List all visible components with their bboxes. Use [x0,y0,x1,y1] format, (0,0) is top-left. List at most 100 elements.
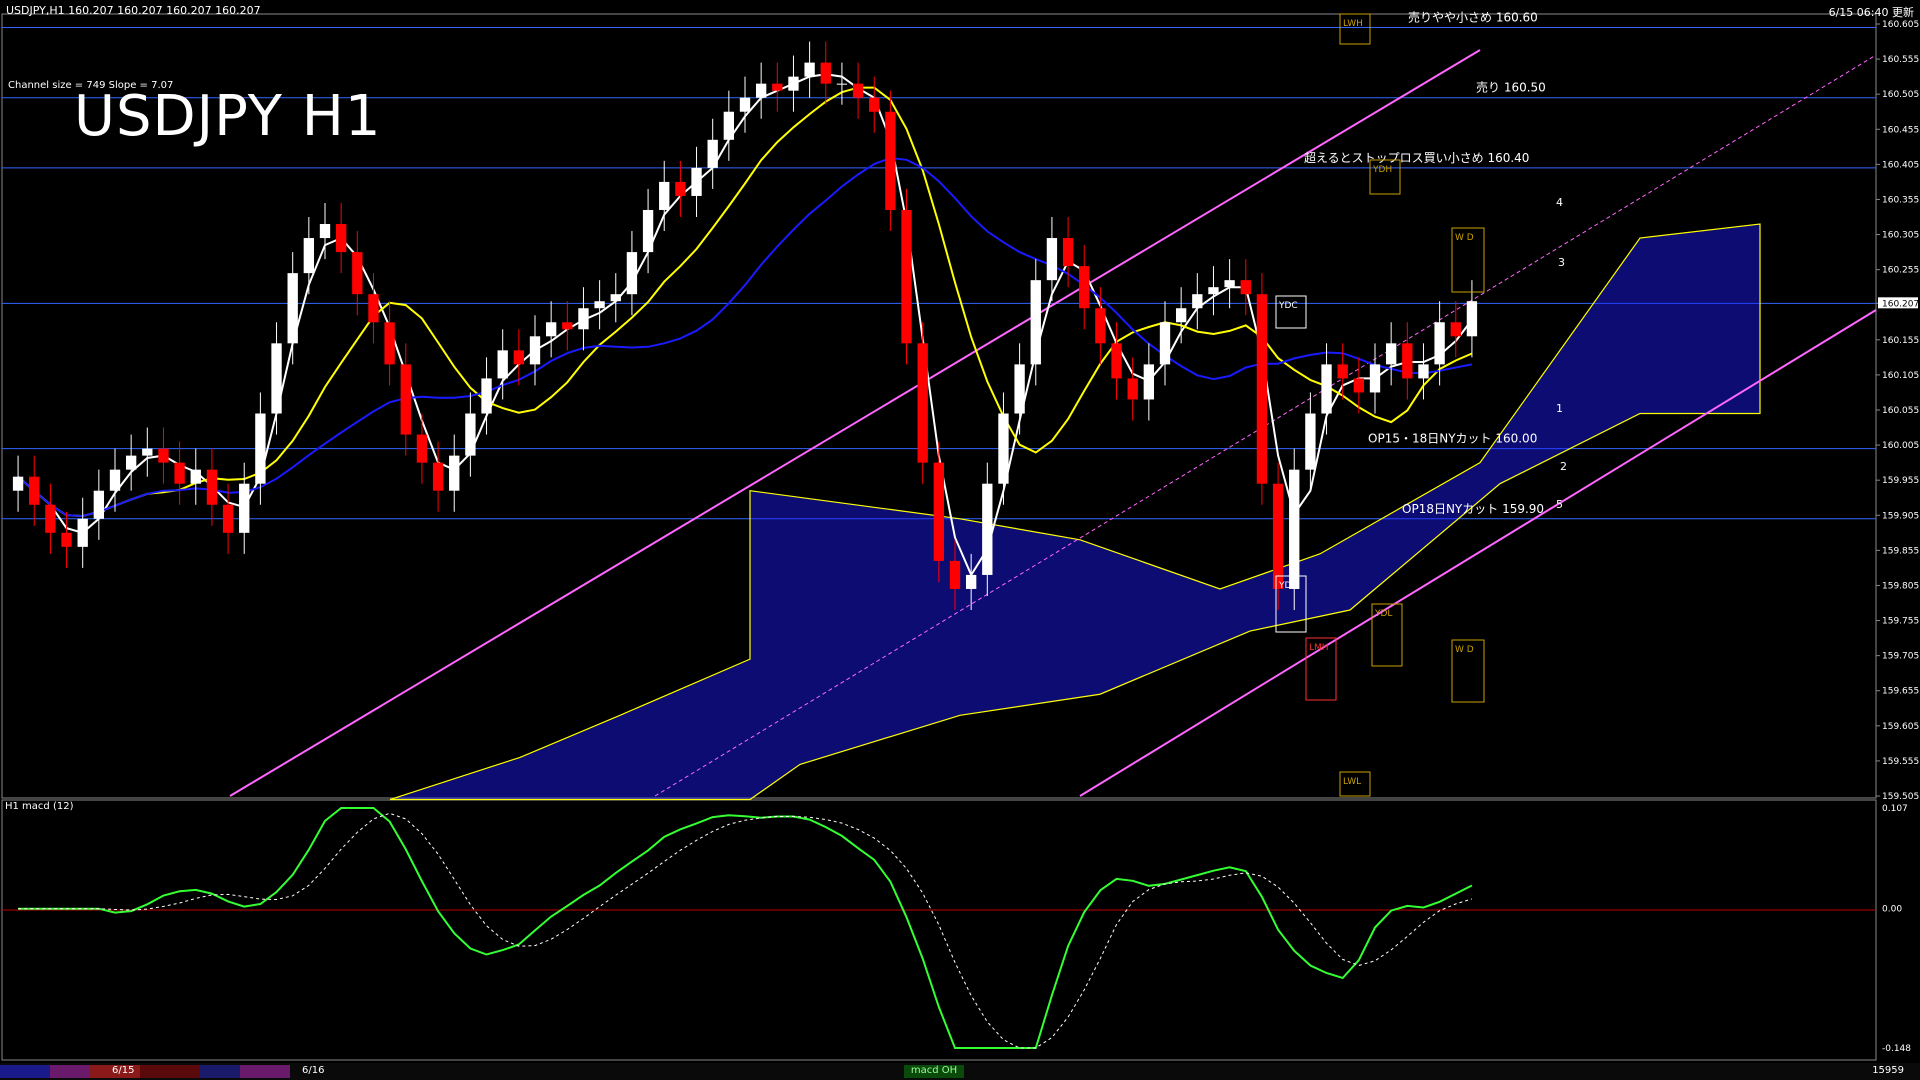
wave-number: 2 [1560,460,1567,473]
price-axis-label: 160.255 [1882,266,1919,276]
candle-body [1095,308,1106,344]
ma-fast-line [17,73,1473,578]
candle-body [335,224,347,253]
candle-body [416,434,428,463]
price-axis-label: 160.505 [1882,90,1919,100]
candle-body [562,322,573,330]
price-axis-label: 159.855 [1882,546,1919,556]
candle-body [691,167,702,196]
candle-body [755,83,767,98]
candle-body [109,469,121,491]
candle-body [1402,343,1413,379]
candle-body [788,76,799,91]
candle-body [965,574,977,589]
candle-body [1337,364,1348,379]
macd-axis-label: 0.107 [1882,804,1908,814]
candle-body [545,322,557,337]
price-annotation: 超えるとストップロス買い小さめ 160.40 [1304,150,1529,165]
chart-title: USDJPY H1 [74,84,382,149]
label-ydc-text: YDC [1278,301,1298,311]
candle-body [885,111,896,210]
candle-body [174,462,185,484]
candle-body [836,83,848,85]
price-axis-label: 160.355 [1882,195,1919,205]
wave-number: 1 [1556,402,1563,415]
candle-body [368,294,379,323]
candle-body [497,350,508,379]
candle-body [1062,238,1074,267]
candle-body [1289,469,1300,589]
candle-body [1466,301,1478,337]
candle-body [1030,280,1041,365]
price-axis-label: 159.655 [1882,687,1919,697]
chart-frame: 売りやや小さめ 160.60 売り 160.50 超えるとストップロス買い小さめ 1… [0,0,1920,1080]
candle-body [1353,378,1365,393]
candle-body [949,560,961,589]
price-axis-label: 160.207 [1882,299,1919,309]
candle-body [222,504,234,533]
price-axis-label: 160.405 [1882,160,1919,170]
candle-body [933,462,945,561]
candle-body [1256,294,1268,484]
candle-body [465,413,476,456]
chart-header-info: USDJPY,H1 160.207 160.207 160.207 160.20… [6,4,261,17]
label-lwl-text: LWL [1343,777,1361,787]
ma-slow-line [17,156,1473,518]
price-annotation: OP18日NYカット 159.90 [1402,502,1544,516]
candle-body [642,209,654,253]
candle-body [287,273,298,344]
price-axis-label: 159.555 [1882,757,1919,767]
color-strip-7 [290,1065,360,1078]
wave-number: 5 [1556,498,1563,511]
candle-body [513,350,525,365]
label-wd-top-text: W D [1455,233,1474,243]
price-annotation: 売り 160.50 [1476,80,1546,95]
candle-body [1240,280,1251,295]
candle-body [1224,280,1235,288]
candle-body [869,97,880,112]
wave-number: 4 [1556,196,1563,209]
candle-body [1127,378,1138,400]
channel-lower-line [1079,309,1877,797]
candle-body [142,448,153,456]
candle-body [723,111,735,140]
candle-body [852,83,864,98]
candle-body [1272,483,1284,589]
status-tab[interactable]: macd OH [904,1065,964,1078]
label-ydh-text: YDH [1372,165,1392,175]
candle-body [449,455,460,491]
candle-body [1046,238,1058,281]
candle-body [1305,413,1316,470]
macd-axis-label: 0.00 [1882,905,1902,915]
candle-body [529,336,541,365]
candle-body [190,469,201,484]
macd-signal-line [18,812,1473,1049]
color-strip-1 [0,1065,50,1078]
candle-body [1175,308,1187,323]
macd-label: H1 macd (12) [5,801,74,812]
candle-body [206,469,218,505]
bottom-right-value: 15959 [1872,1065,1904,1076]
color-strip-5 [200,1065,240,1078]
candle-body [271,343,282,414]
candle-body [1450,322,1461,337]
candle-body [1192,294,1203,309]
candle-body [239,483,250,533]
candle-body [610,294,621,302]
candle-body [384,322,395,365]
date-label-2: 6/16 [302,1065,325,1076]
candle-body [45,504,56,533]
candle-body [739,97,751,112]
candle-body [1014,364,1025,414]
price-annotation: 売りやや小さめ 160.60 [1408,10,1538,25]
price-axis-label: 159.905 [1882,511,1919,521]
candle-body [1369,364,1381,393]
price-axis-label: 160.155 [1882,336,1919,346]
ichimoku-cloud [389,223,1761,801]
chart-update-time: 6/15 06:40 更新 [1828,6,1914,19]
price-axis-label: 159.605 [1882,722,1919,732]
price-axis-label: 160.605 [1882,20,1919,30]
macd-line [18,807,1473,1049]
bottom-bar: 6/15 6/16 macd OH 15959 [0,1063,1920,1080]
candle-body [158,448,169,463]
